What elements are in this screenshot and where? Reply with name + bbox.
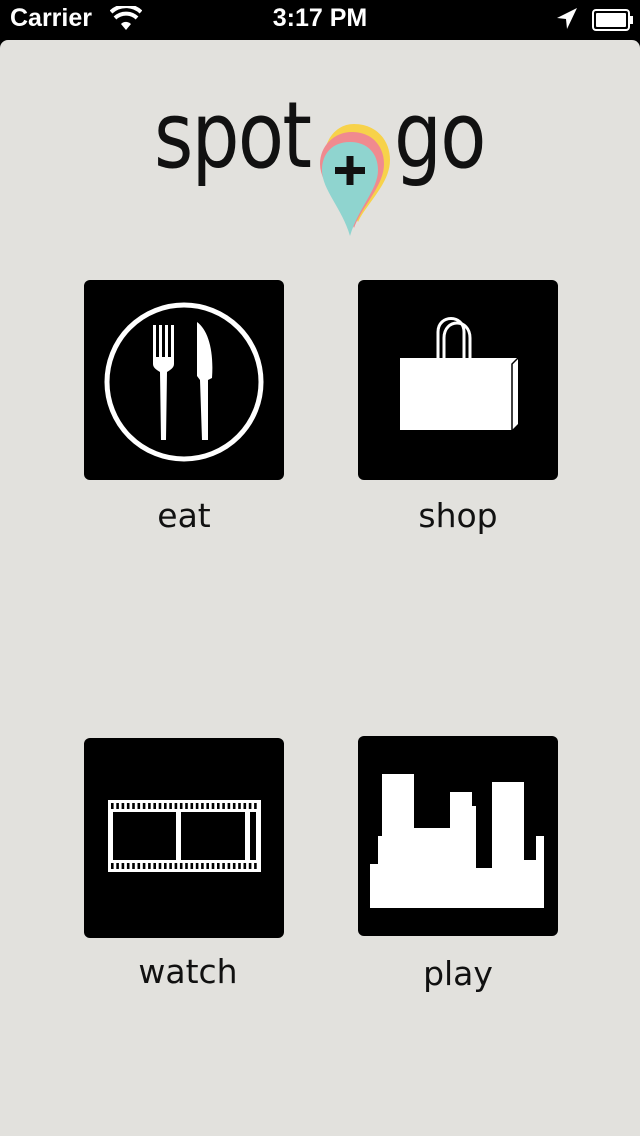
shopping-bag-icon — [400, 317, 519, 430]
app-logo: spot go — [150, 82, 490, 236]
logo-word-spot: spot — [154, 82, 312, 189]
shop-label[interactable]: shop — [358, 496, 558, 535]
logo-word-go: go — [394, 82, 486, 189]
watch-button[interactable] — [84, 738, 284, 938]
map-pin-plus-icon — [320, 124, 390, 236]
city-skyline-icon — [370, 774, 544, 908]
plate-fork-knife-icon — [104, 302, 264, 462]
watch-label[interactable]: watch — [88, 952, 288, 991]
battery-icon — [592, 9, 633, 31]
shop-button[interactable] — [358, 280, 558, 480]
location-arrow-icon — [557, 8, 577, 29]
status-bar: Carrier 3:17 PM — [0, 0, 640, 40]
home-screen: spot go eat shop watch play — [0, 40, 640, 1136]
eat-button[interactable] — [84, 280, 284, 480]
play-button[interactable] — [358, 736, 558, 936]
clock-time: 3:17 PM — [272, 4, 368, 32]
play-label[interactable]: play — [358, 954, 558, 993]
film-strip-icon — [108, 800, 261, 872]
eat-label[interactable]: eat — [84, 496, 284, 535]
